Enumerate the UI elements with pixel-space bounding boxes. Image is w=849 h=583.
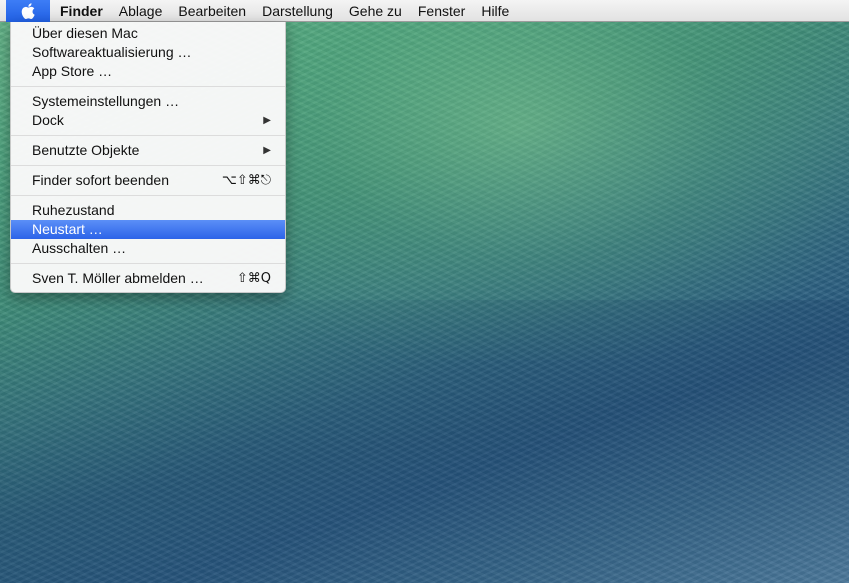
desktop: Finder Ablage Bearbeiten Darstellung Geh… xyxy=(0,0,849,583)
apple-menu-button[interactable] xyxy=(6,0,50,22)
menu-hilfe[interactable]: Hilfe xyxy=(473,0,517,22)
menu-item-sleep[interactable]: Ruhezustand xyxy=(11,201,285,220)
menu-separator xyxy=(11,195,285,196)
menu-item-label: Systemeinstellungen … xyxy=(32,93,180,109)
apple-logo-icon xyxy=(21,2,35,19)
menu-item-restart[interactable]: Neustart … xyxy=(11,220,285,239)
menu-ablage[interactable]: Ablage xyxy=(111,0,171,22)
menu-separator xyxy=(11,263,285,264)
wallpaper-shadow xyxy=(0,300,849,583)
menu-item-label: App Store … xyxy=(32,63,113,79)
menu-item-dock[interactable]: Dock ▶ xyxy=(11,111,285,130)
menu-fenster[interactable]: Fenster xyxy=(410,0,473,22)
menu-item-label: Finder sofort beenden xyxy=(32,172,169,188)
keyboard-shortcut: ⌥⇧⌘⎋ xyxy=(221,173,271,188)
submenu-arrow-icon: ▶ xyxy=(263,145,271,156)
menu-item-label: Dock xyxy=(32,112,64,128)
menu-item-system-preferences[interactable]: Systemeinstellungen … xyxy=(11,92,285,111)
menu-gehe-zu[interactable]: Gehe zu xyxy=(341,0,410,22)
menu-separator xyxy=(11,135,285,136)
menu-bar: Finder Ablage Bearbeiten Darstellung Geh… xyxy=(0,0,849,22)
submenu-arrow-icon: ▶ xyxy=(263,115,271,126)
menu-item-recent-items[interactable]: Benutzte Objekte ▶ xyxy=(11,141,285,160)
menu-item-label: Benutzte Objekte xyxy=(32,142,140,158)
menu-item-label: Ausschalten … xyxy=(32,240,127,256)
menu-finder[interactable]: Finder xyxy=(50,0,111,22)
menu-item-about-this-mac[interactable]: Über diesen Mac xyxy=(11,24,285,43)
menu-item-software-update[interactable]: Softwareaktualisierung … xyxy=(11,43,285,62)
menu-item-label: Softwareaktualisierung … xyxy=(32,44,192,60)
wallpaper-highlight xyxy=(280,0,849,360)
keyboard-shortcut: ⇧⌘Q xyxy=(236,271,271,286)
menu-item-label: Sven T. Möller abmelden … xyxy=(32,270,204,286)
apple-menu-dropdown: Über diesen Mac Softwareaktualisierung …… xyxy=(10,22,286,293)
menu-item-app-store[interactable]: App Store … xyxy=(11,62,285,81)
menu-item-label: Neustart … xyxy=(32,221,103,237)
menu-separator xyxy=(11,165,285,166)
menu-item-shut-down[interactable]: Ausschalten … xyxy=(11,239,285,258)
menu-item-force-quit-finder[interactable]: Finder sofort beenden ⌥⇧⌘⎋ xyxy=(11,171,285,190)
menu-item-log-out[interactable]: Sven T. Möller abmelden … ⇧⌘Q xyxy=(11,269,285,288)
menu-item-label: Ruhezustand xyxy=(32,202,115,218)
menu-bearbeiten[interactable]: Bearbeiten xyxy=(170,0,254,22)
menu-darstellung[interactable]: Darstellung xyxy=(254,0,341,22)
menu-item-label: Über diesen Mac xyxy=(32,25,138,41)
menu-separator xyxy=(11,86,285,87)
